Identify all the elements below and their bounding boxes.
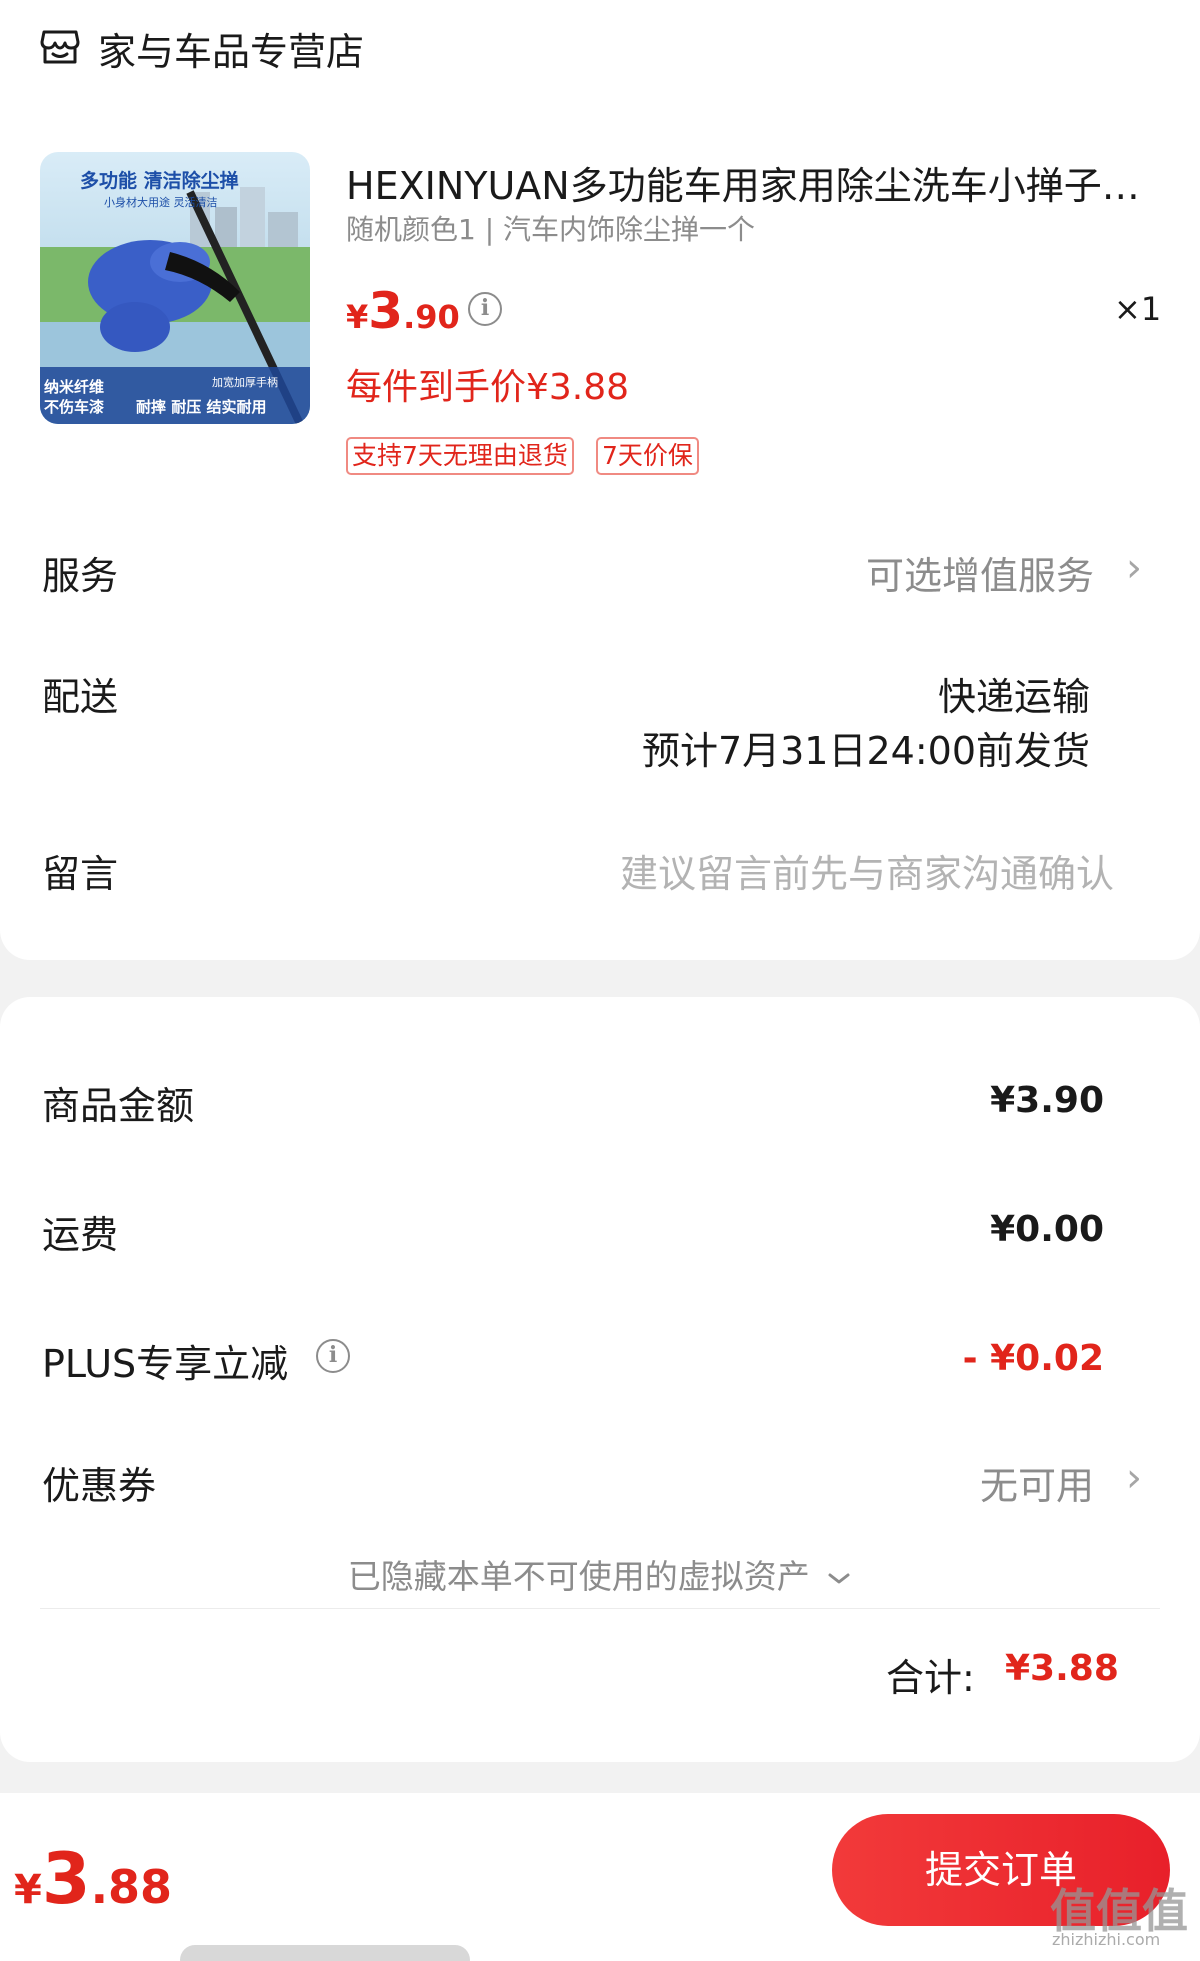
product-price: ¥3.90 xyxy=(346,282,460,340)
shipping-eta: 预计7月31日24:00前发货 xyxy=(641,729,1090,773)
plus-discount-value: - ¥0.02 xyxy=(962,1338,1104,1379)
image-badge-left-1: 纳米纤维 xyxy=(44,378,105,396)
order-item-card: 家与车品专营店 多功能 清洁除尘掸 小身材大用途 灵活清洁 纳米纤维 不伤车漆 … xyxy=(0,0,1200,960)
service-label: 服务 xyxy=(42,554,119,598)
message-label: 留言 xyxy=(42,852,119,896)
shipping-method: 快递运输 xyxy=(937,675,1090,719)
home-indicator[interactable] xyxy=(180,1945,470,1961)
total-label: 合计: xyxy=(886,1656,975,1700)
store-icon xyxy=(40,30,80,64)
deal-price: 每件到手价¥3.88 xyxy=(346,367,630,408)
coupon-chevron-right-icon[interactable]: › xyxy=(1126,1455,1142,1501)
image-subline: 小身材大用途 灵活清洁 xyxy=(104,196,218,209)
service-chevron-right-icon[interactable]: › xyxy=(1126,545,1142,591)
chevron-down-icon xyxy=(828,1573,850,1583)
price-protect-tag: 7天价保 xyxy=(596,437,699,475)
service-value[interactable]: 可选增值服务 xyxy=(866,545,1094,600)
store-name[interactable]: 家与车品专营店 xyxy=(98,21,364,76)
hidden-assets-toggle[interactable]: 已隐藏本单不可使用的虚拟资产 xyxy=(0,1550,1200,1598)
image-badge-left-2: 不伤车漆 xyxy=(44,398,105,416)
plus-discount-label: PLUS专享立减 xyxy=(42,1342,289,1386)
message-input[interactable]: 建议留言前先与商家沟通确认 xyxy=(620,843,1114,898)
return-policy-tag: 支持7天无理由退货 xyxy=(346,437,574,475)
coupon-value[interactable]: 无可用 xyxy=(980,1455,1094,1510)
price-info-icon[interactable]: i xyxy=(468,292,502,326)
product-title[interactable]: HEXINYUAN多功能车用家用除尘洗车小掸子… xyxy=(346,155,1156,210)
product-image[interactable]: 多功能 清洁除尘掸 小身材大用途 灵活清洁 纳米纤维 不伤车漆 加宽加厚手柄 耐… xyxy=(40,152,310,424)
bottom-total-price: ¥3.88 xyxy=(14,1838,173,1920)
product-spec[interactable]: 随机颜色1 | 汽车内饰除尘掸一个 xyxy=(346,208,755,248)
total-value: ¥3.88 xyxy=(1005,1648,1119,1689)
freight-label: 运费 xyxy=(42,1213,119,1257)
watermark-url: zhizhizhi.com xyxy=(1052,1930,1161,1949)
goods-amount-value: ¥3.90 xyxy=(990,1080,1104,1121)
image-badge-right-2: 耐摔 耐压 结实耐用 xyxy=(136,398,267,416)
goods-amount-label: 商品金额 xyxy=(42,1084,195,1128)
image-badge-right-1: 加宽加厚手柄 xyxy=(212,376,278,389)
image-headline: 多功能 清洁除尘掸 xyxy=(80,170,239,192)
divider xyxy=(40,1608,1160,1609)
freight-value: ¥0.00 xyxy=(990,1209,1104,1250)
plus-info-icon[interactable]: i xyxy=(316,1339,350,1373)
coupon-label: 优惠券 xyxy=(42,1464,157,1508)
product-quantity: ×1 xyxy=(1114,290,1162,328)
shipping-label: 配送 xyxy=(42,675,119,719)
